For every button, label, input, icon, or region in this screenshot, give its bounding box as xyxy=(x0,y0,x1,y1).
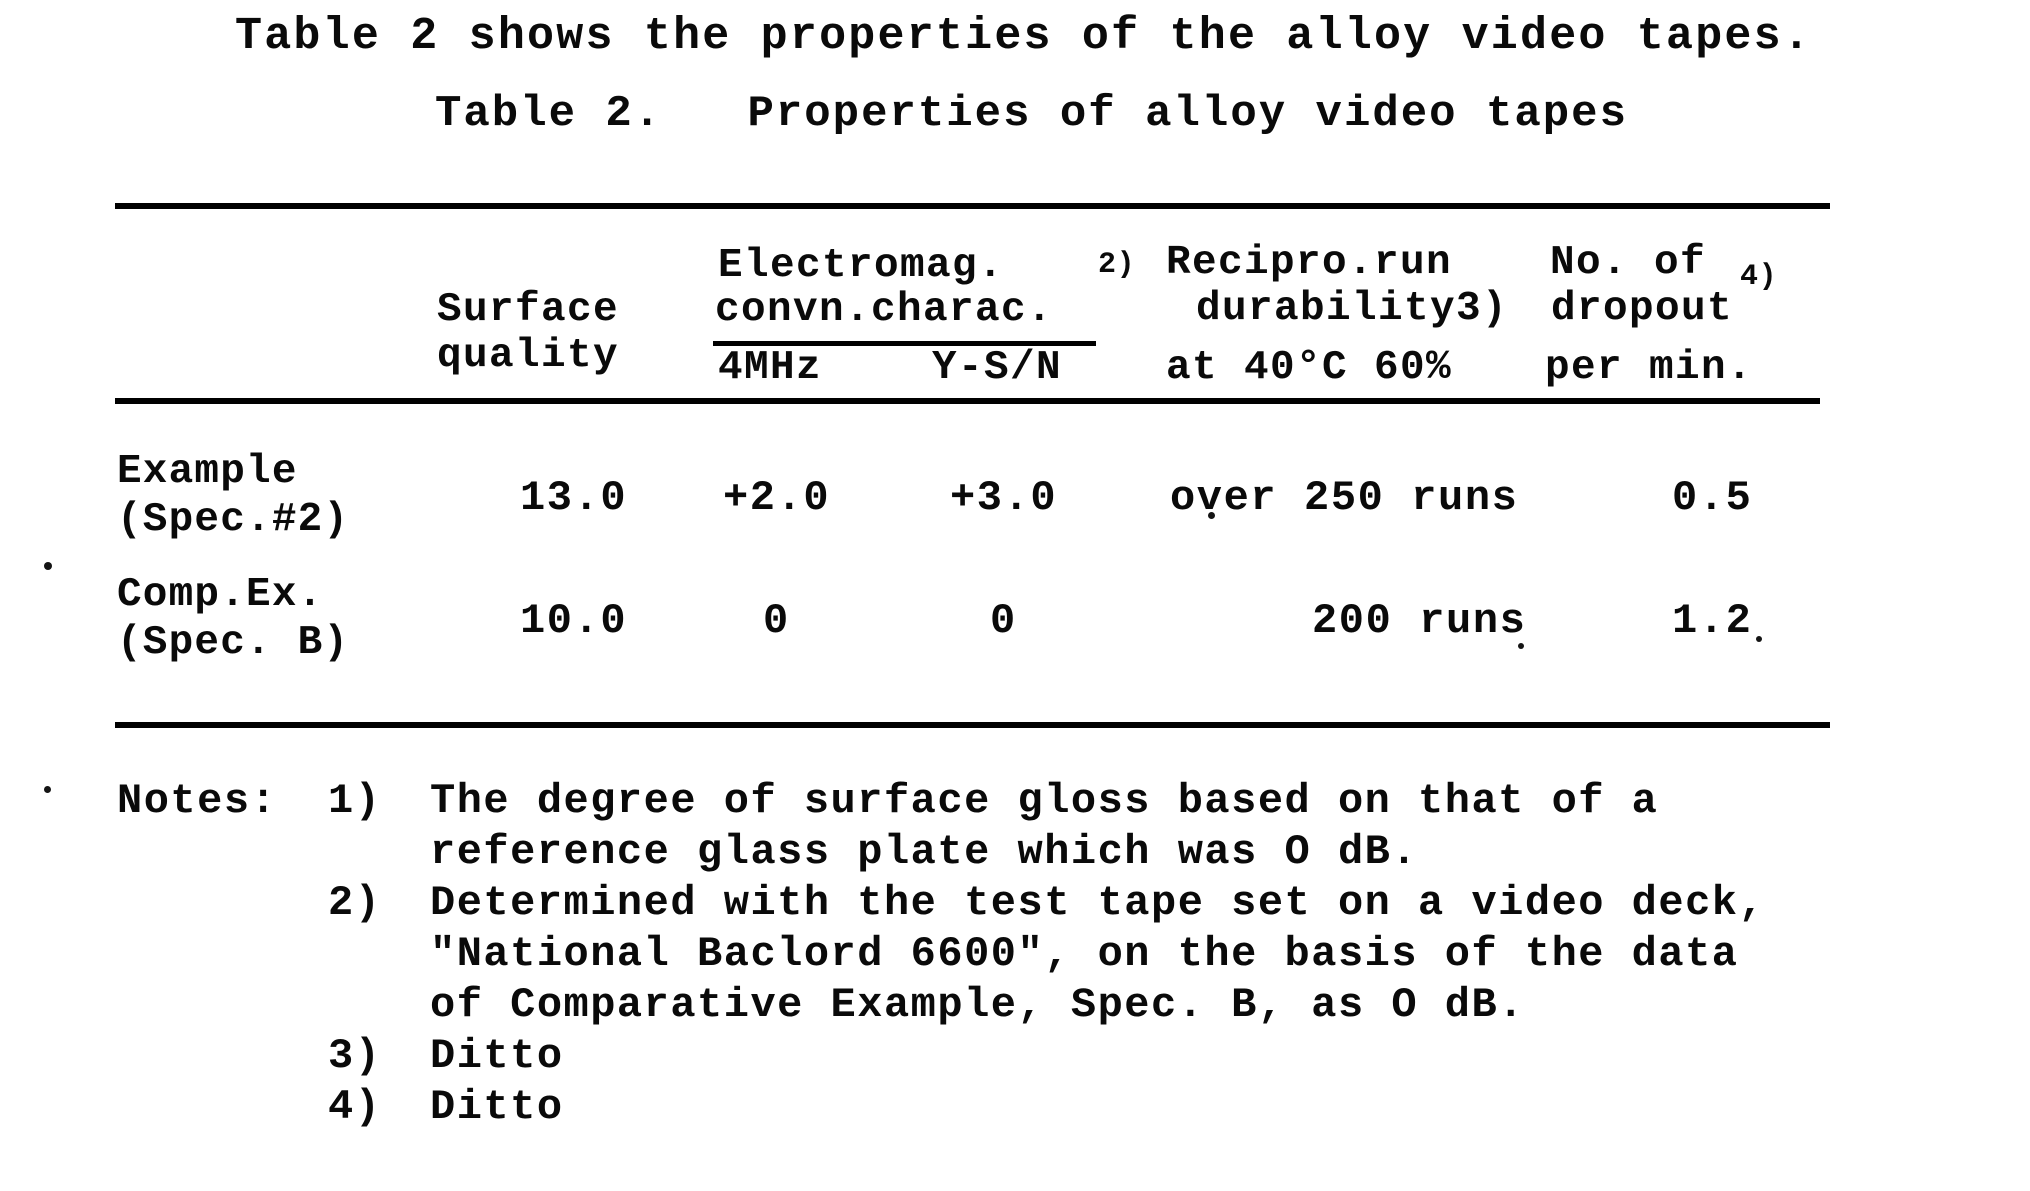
header-electromag-line2: convn.charac. xyxy=(715,287,1054,333)
document-page: Table 2 shows the properties of the allo… xyxy=(0,0,2030,1191)
cell-durability: 200 runs xyxy=(1312,597,1527,645)
note-marker-2: 2) xyxy=(328,879,382,927)
scan-speckle xyxy=(44,786,51,793)
header-dropout-line1: No. of xyxy=(1550,240,1707,286)
header-dropout-line2: dropout xyxy=(1551,286,1734,332)
note-text-3-line-1: Ditto xyxy=(430,1032,564,1080)
header-footnote-ref-2: 2) xyxy=(1098,248,1136,282)
note-text-2-line-2: "National Baclord 6600", on the basis of… xyxy=(430,930,1739,978)
row-label-line2: (Spec. B) xyxy=(117,620,350,666)
header-electromag-line1: Electromag. xyxy=(718,243,1005,289)
cell-surface-quality: 13.0 xyxy=(520,474,628,522)
cell-surface-quality: 10.0 xyxy=(520,597,628,645)
header-footnote-ref-4: 4) xyxy=(1740,260,1778,294)
intro-sentence: Table 2 shows the properties of the allo… xyxy=(235,11,1813,62)
notes-heading: Notes: xyxy=(117,777,278,825)
cell-dropout: 1.2 xyxy=(1672,597,1753,645)
row-label-line1: Example xyxy=(117,449,298,495)
row-label-line1: Comp.Ex. xyxy=(117,572,324,618)
note-marker-1: 1) xyxy=(328,777,382,825)
note-marker-3: 3) xyxy=(328,1032,382,1080)
note-text-1-line-2: reference glass plate which was O dB. xyxy=(430,828,1419,876)
note-text-1-line-1: The degree of surface gloss based on tha… xyxy=(430,777,1659,825)
header-dropout-line3: per min. xyxy=(1545,345,1754,391)
cell-emag-4mhz: 0 xyxy=(763,597,790,645)
header-subcol-ysn: Y-S/N xyxy=(932,345,1063,391)
header-subcol-4mhz: 4MHz xyxy=(718,345,823,391)
header-durability-line2: durability3) xyxy=(1196,286,1509,332)
row-label-line2: (Spec.#2) xyxy=(117,497,350,543)
scan-speckle xyxy=(44,562,52,570)
cell-dropout: 0.5 xyxy=(1672,474,1753,522)
table-top-rule xyxy=(115,203,1830,209)
scan-speckle xyxy=(1518,643,1524,649)
cell-emag-4mhz: +2.0 xyxy=(723,474,831,522)
table-header-bottom-rule xyxy=(115,398,1820,404)
note-marker-4: 4) xyxy=(328,1083,382,1131)
header-durability-line3: at 40°C 60% xyxy=(1166,345,1453,391)
scan-speckle xyxy=(1208,512,1215,519)
note-text-4-line-1: Ditto xyxy=(430,1083,564,1131)
table-caption: Table 2. Properties of alloy video tapes xyxy=(435,89,1628,139)
header-durability-line1: Recipro.run xyxy=(1166,240,1453,286)
cell-emag-ysn: 0 xyxy=(990,597,1017,645)
note-text-2-line-3: of Comparative Example, Spec. B, as O dB… xyxy=(430,981,1525,1029)
cell-emag-ysn: +3.0 xyxy=(950,474,1058,522)
scan-speckle xyxy=(1756,636,1762,642)
header-surface-line1: Surface xyxy=(437,287,620,333)
table-bottom-rule xyxy=(115,722,1830,728)
cell-durability: over 250 runs xyxy=(1170,474,1519,522)
header-surface-line2: quality xyxy=(437,333,620,379)
note-text-2-line-1: Determined with the test tape set on a v… xyxy=(430,879,1766,927)
